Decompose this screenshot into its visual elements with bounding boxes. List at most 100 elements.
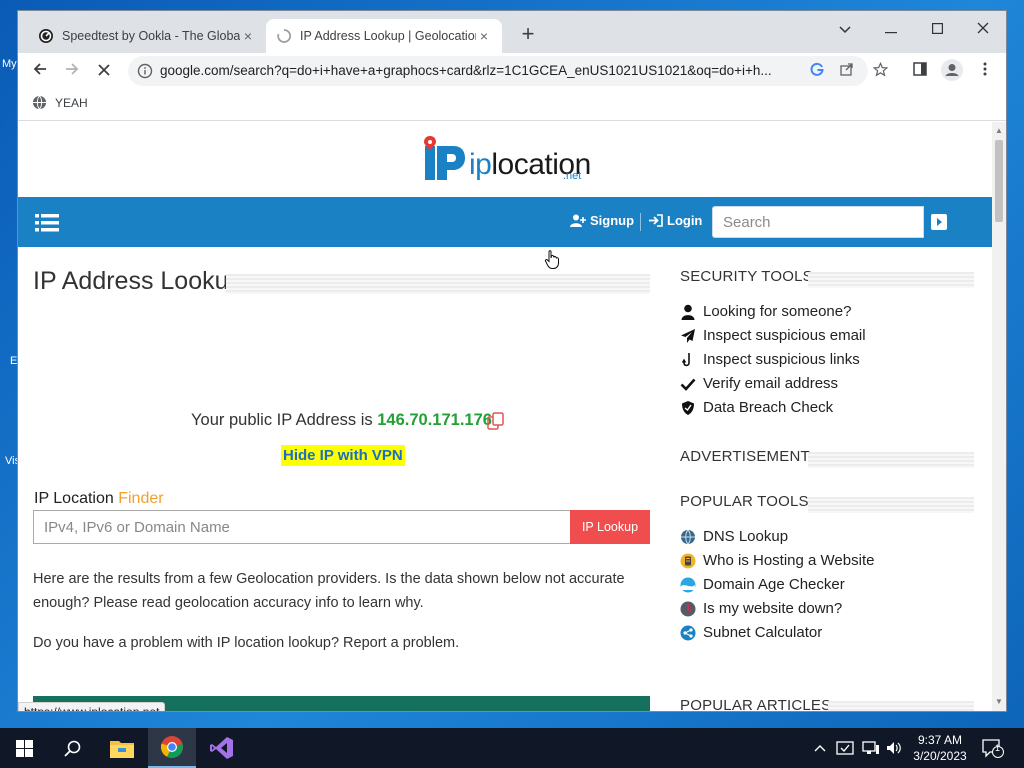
ip-lookup-button[interactable]: IP Lookup (570, 510, 650, 544)
google-lens-icon[interactable] (808, 62, 826, 80)
show-hidden-icons-chevron-icon[interactable] (814, 728, 826, 768)
heading-divider (808, 452, 974, 468)
desktop-icon-label[interactable]: E (10, 355, 17, 367)
login-link[interactable]: Login (649, 213, 702, 228)
back-arrow-icon[interactable] (26, 57, 54, 85)
page-scrollbar[interactable]: ▲ ▼ (992, 122, 1006, 711)
add-user-icon (570, 214, 586, 227)
volume-tray-icon[interactable] (886, 728, 902, 768)
popular-articles-heading: POPULAR ARTICLES (680, 697, 832, 711)
sidebar-item-domain-age[interactable]: Domain Age Checker (680, 576, 845, 593)
site-header: iplocation .net (18, 122, 992, 197)
nav-separator (640, 213, 641, 231)
url-text[interactable]: google.com/search?q=do+i+have+a+graphocs… (160, 63, 800, 78)
heading-divider (808, 272, 974, 288)
domain-globe-icon (680, 577, 696, 592)
public-ip-value[interactable]: 146.70.171.176 (377, 411, 492, 429)
search-icon[interactable] (48, 728, 96, 768)
close-window-button[interactable] (960, 15, 1006, 43)
finder-label: IP Location Finder (34, 490, 164, 507)
desktop-icon-label[interactable]: My (2, 58, 17, 70)
bookmark-yeah[interactable]: YEAH (32, 95, 88, 110)
dns-globe-icon (681, 529, 695, 545)
logo-mark-icon (424, 136, 465, 180)
profile-avatar-icon[interactable] (941, 59, 963, 81)
results-intro-text: Here are the results from a few Geolocat… (33, 571, 625, 611)
page-viewport: iplocation .net Signup Login Search IP A… (18, 122, 992, 711)
security-tray-icon[interactable] (836, 728, 854, 768)
tab-iplocation[interactable]: IP Address Lookup | Geolocation × (266, 19, 502, 53)
public-ip-line: Your public IP Address is 146.70.171.176 (191, 411, 492, 429)
website-status-icon (680, 601, 696, 616)
windows-logo-icon (15, 739, 33, 757)
site-search-button[interactable] (924, 206, 954, 238)
share-icon[interactable] (838, 62, 856, 80)
user-icon (681, 304, 695, 320)
start-button[interactable] (0, 728, 48, 768)
file-explorer-icon[interactable] (98, 728, 146, 768)
chrome-icon[interactable] (148, 728, 196, 768)
shield-icon (682, 400, 694, 415)
site-navbar: Signup Login Search (18, 197, 992, 247)
stop-loading-icon[interactable] (90, 57, 118, 85)
maximize-button[interactable] (914, 15, 960, 43)
system-clock[interactable]: 9:37 AM 3/20/2023 (906, 732, 974, 764)
status-bar-url: https://www.iplocation.net (18, 702, 166, 711)
scroll-up-arrow-icon[interactable]: ▲ (992, 124, 1006, 138)
hide-ip-vpn-link[interactable]: Hide IP with VPN (281, 445, 405, 466)
tab-search-chevron-icon[interactable] (822, 15, 868, 43)
signup-link[interactable]: Signup (570, 213, 634, 228)
sidebar-item-looking-for-someone[interactable]: Looking for someone? (680, 303, 851, 320)
address-bar[interactable]: google.com/search?q=do+i+have+a+graphocs… (128, 56, 868, 86)
tab-title: Speedtest by Ookla - The Global (62, 29, 240, 43)
side-panel-icon[interactable] (911, 62, 929, 80)
notification-count: 1 (995, 743, 1001, 753)
close-tab-icon[interactable]: × (476, 28, 492, 44)
more-menu-icon[interactable] (976, 62, 994, 80)
taskbar: 9:37 AM 3/20/2023 1 (0, 728, 1024, 768)
clock-date: 3/20/2023 (913, 749, 967, 763)
scroll-down-arrow-icon[interactable]: ▼ (992, 695, 1006, 709)
forward-arrow-icon[interactable] (58, 57, 86, 85)
sidebar-item-inspect-links[interactable]: Inspect suspicious links (680, 351, 860, 368)
tab-title: IP Address Lookup | Geolocation (300, 29, 476, 43)
page-title: IP Address Lookup (33, 267, 243, 295)
bookmark-star-icon[interactable] (871, 61, 889, 80)
signup-label: Signup (590, 213, 635, 228)
iplocation-logo[interactable]: iplocation .net (423, 136, 591, 182)
browser-toolbar: google.com/search?q=do+i+have+a+graphocs… (18, 53, 1006, 89)
close-tab-icon[interactable]: × (240, 28, 256, 44)
site-search-input[interactable]: Search (712, 206, 924, 238)
tab-speedtest[interactable]: Speedtest by Ookla - The Global × (28, 19, 266, 53)
network-icon (680, 625, 696, 640)
bookmarks-bar: YEAH (18, 89, 1006, 121)
visual-studio-icon[interactable] (198, 728, 246, 768)
site-info-icon[interactable] (137, 63, 153, 79)
title-divider (226, 274, 650, 294)
network-tray-icon[interactable] (862, 728, 880, 768)
ip-lookup-input[interactable]: IPv4, IPv6 or Domain Name (33, 510, 571, 544)
sidebar-item-inspect-email[interactable]: Inspect suspicious email (680, 327, 866, 344)
heading-divider (828, 701, 974, 711)
popular-tools-heading: POPULAR TOOLS (680, 493, 809, 510)
globe-icon (32, 95, 47, 110)
search-arrow-icon (931, 214, 947, 230)
hand-cursor-icon (544, 250, 559, 269)
new-tab-button[interactable]: + (516, 23, 540, 47)
sidebar-item-verify-email[interactable]: Verify email address (680, 375, 838, 392)
sidebar-item-hosting[interactable]: Who is Hosting a Website (680, 552, 874, 569)
report-problem-text: Do you have a problem with IP location l… (33, 635, 460, 651)
sidebar-item-dns-lookup[interactable]: DNS Lookup (680, 528, 788, 545)
fish-hook-icon (681, 352, 690, 366)
paper-plane-icon (681, 328, 695, 343)
copy-icon[interactable] (486, 411, 506, 431)
scrollbar-thumb[interactable] (995, 140, 1003, 222)
minimize-button[interactable] (868, 15, 914, 43)
tab-strip: Speedtest by Ookla - The Global × IP Add… (18, 11, 1006, 53)
loading-spinner-icon (277, 29, 292, 43)
sidebar-item-website-down[interactable]: Is my website down? (680, 600, 842, 617)
notification-center-icon[interactable]: 1 (982, 728, 1004, 768)
hamburger-menu-icon[interactable] (35, 214, 59, 232)
sidebar-item-subnet[interactable]: Subnet Calculator (680, 624, 822, 641)
sidebar-item-data-breach[interactable]: Data Breach Check (680, 399, 833, 416)
